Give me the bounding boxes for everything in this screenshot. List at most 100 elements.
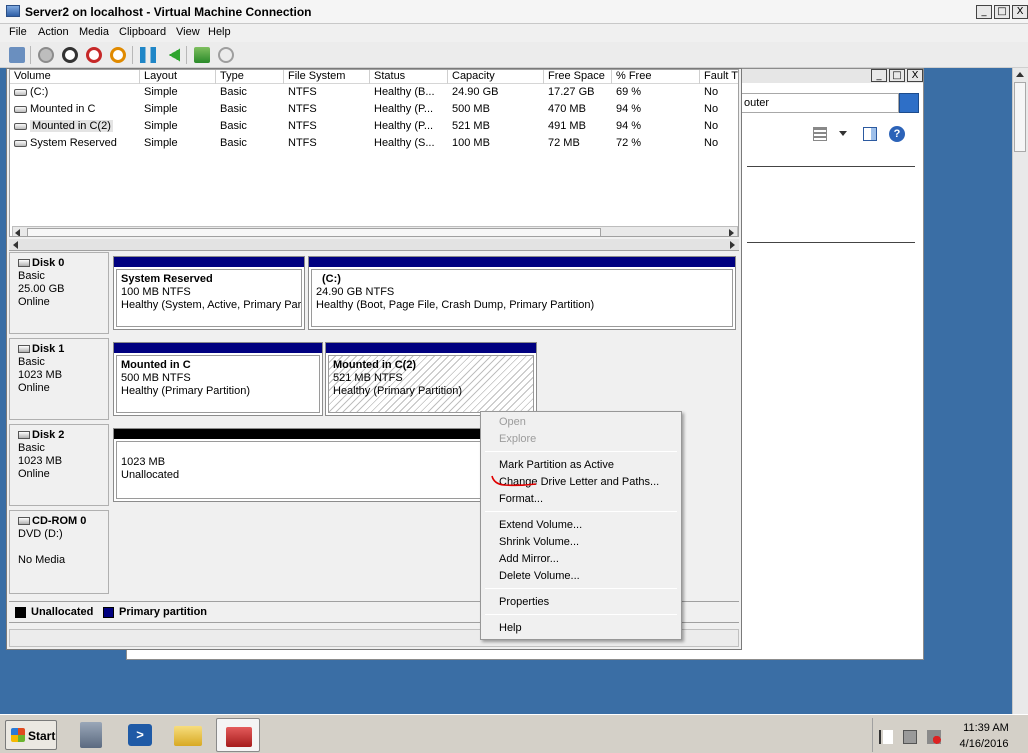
clock-date[interactable]: 4/16/2016 — [953, 738, 1015, 750]
background-maximize-button[interactable]: □ — [889, 69, 905, 82]
column-status[interactable]: Status — [370, 70, 448, 84]
network-icon[interactable] — [903, 730, 917, 744]
taskbar-explorer[interactable] — [166, 718, 210, 752]
fs-cell: NTFS — [288, 103, 317, 115]
background-close-button[interactable]: X — [907, 69, 923, 82]
maximize-button[interactable]: □ — [994, 5, 1010, 19]
taskbar-powershell[interactable]: > — [118, 718, 162, 752]
menu-item-format[interactable]: Format... — [499, 493, 543, 505]
close-button[interactable]: X — [1012, 5, 1028, 19]
menu-help[interactable]: Help — [208, 26, 231, 38]
column-file-system[interactable]: File System — [284, 70, 370, 84]
folder-icon — [174, 726, 202, 746]
menu-item-properties[interactable]: Properties — [499, 596, 549, 608]
checkpoint-icon[interactable] — [194, 47, 210, 63]
volume-row[interactable]: Mounted in C Simple Basic NTFS Healthy (… — [10, 101, 738, 118]
background-minimize-button[interactable]: _ — [871, 69, 887, 82]
scroll-up-icon[interactable] — [1016, 72, 1024, 77]
taskbar-computer-management[interactable] — [216, 718, 260, 752]
save-icon[interactable] — [110, 47, 126, 63]
drive-icon — [14, 88, 27, 96]
column-free-space[interactable]: Free Space — [544, 70, 612, 84]
help-icon[interactable]: ? — [889, 126, 905, 142]
scrollbar-thumb[interactable] — [1014, 82, 1026, 152]
volume-row[interactable]: (C:) Simple Basic NTFS Healthy (B... 24.… — [10, 84, 738, 101]
column-capacity[interactable]: Capacity — [448, 70, 544, 84]
partition-c-drive[interactable]: (C:) 24.90 GB NTFS Healthy (Boot, Page F… — [308, 256, 736, 330]
partition-mounted-in-c[interactable]: Mounted in C 500 MB NTFS Healthy (Primar… — [113, 342, 323, 416]
menu-item-add-mirror[interactable]: Add Mirror... — [499, 553, 559, 565]
speaker-muted-icon[interactable] — [927, 730, 941, 744]
view-options-icon[interactable] — [813, 127, 827, 141]
scroll-right-icon[interactable] — [730, 241, 735, 249]
disk-label[interactable]: CD-ROM 0 DVD (D:) No Media — [9, 510, 109, 594]
scroll-left-icon[interactable] — [13, 241, 18, 249]
column-fault-tolerance[interactable]: Fault T — [700, 70, 738, 84]
volume-row[interactable]: Mounted in C(2) Simple Basic NTFS Health… — [10, 118, 738, 135]
pane-splitter[interactable] — [9, 239, 739, 251]
disk-label[interactable]: Disk 1 Basic 1023 MB Online — [9, 338, 109, 420]
menu-item-shrink-volume[interactable]: Shrink Volume... — [499, 536, 579, 548]
background-search-input[interactable]: outer — [739, 93, 899, 113]
menu-clipboard[interactable]: Clipboard — [119, 26, 166, 38]
disk-row: Disk 0 Basic 25.00 GB Online System Rese… — [9, 252, 739, 334]
taskbar-server-manager[interactable] — [70, 718, 114, 752]
clock-time[interactable]: 11:39 AM — [957, 722, 1015, 734]
menu-action[interactable]: Action — [38, 26, 69, 38]
column-percent-free[interactable]: % Free — [612, 70, 700, 84]
disk-label[interactable]: Disk 0 Basic 25.00 GB Online — [9, 252, 109, 334]
resume-icon[interactable] — [164, 47, 180, 63]
column-volume[interactable]: Volume — [10, 70, 140, 84]
windows-logo-icon — [11, 728, 25, 742]
horizontal-scrollbar[interactable] — [12, 226, 738, 236]
revert-icon[interactable] — [218, 47, 234, 63]
layout-cell: Simple — [144, 120, 178, 132]
scroll-right-icon[interactable] — [729, 229, 734, 236]
partition-details: System Reserved 100 MB NTFS Healthy (Sys… — [116, 269, 302, 327]
disk-row: Disk 1 Basic 1023 MB Online Mounted in C… — [9, 338, 739, 420]
scrollbar-thumb[interactable] — [27, 228, 601, 236]
legend-unallocated: Unallocated — [31, 606, 94, 618]
partition-system-reserved[interactable]: System Reserved 100 MB NTFS Healthy (Sys… — [113, 256, 305, 330]
pct-cell: 72 % — [616, 137, 642, 149]
flag-icon[interactable] — [879, 730, 893, 744]
volume-list-header: Volume Layout Type File System Status Ca… — [10, 70, 738, 84]
menu-view[interactable]: View — [176, 26, 200, 38]
start-button[interactable]: Start — [5, 720, 57, 750]
preview-pane-icon[interactable] — [863, 127, 877, 141]
volume-list: Volume Layout Type File System Status Ca… — [9, 69, 739, 237]
ctrl-alt-del-icon[interactable] — [9, 47, 25, 63]
fs-cell: NTFS — [288, 86, 317, 98]
menu-media[interactable]: Media — [79, 26, 109, 38]
menu-item-explore[interactable]: Explore — [499, 433, 536, 445]
column-type[interactable]: Type — [216, 70, 284, 84]
disk-label[interactable]: Disk 2 Basic 1023 MB Online — [9, 424, 109, 506]
search-icon[interactable] — [899, 93, 919, 113]
menu-item-open[interactable]: Open — [499, 416, 526, 428]
partition-unallocated[interactable]: 1023 MB Unallocated — [113, 428, 537, 502]
partition-mounted-in-c2[interactable]: Mounted in C(2) 521 MB NTFS Healthy (Pri… — [325, 342, 537, 416]
shut-down-icon[interactable] — [86, 47, 102, 63]
turn-off-icon[interactable] — [62, 47, 78, 63]
partition-details: Mounted in C 500 MB NTFS Healthy (Primar… — [116, 355, 320, 413]
drive-icon — [14, 139, 27, 147]
menu-item-change-drive-letter[interactable]: Change Drive Letter and Paths... — [499, 476, 659, 488]
menu-item-mark-active[interactable]: Mark Partition as Active — [499, 459, 614, 471]
column-layout[interactable]: Layout — [140, 70, 216, 84]
scroll-left-icon[interactable] — [15, 229, 20, 236]
pause-icon[interactable] — [140, 47, 156, 63]
start-icon[interactable] — [38, 47, 54, 63]
type-cell: Basic — [220, 86, 247, 98]
minimize-button[interactable]: _ — [976, 5, 992, 19]
chevron-down-icon[interactable] — [839, 131, 847, 136]
volume-row[interactable]: System Reserved Simple Basic NTFS Health… — [10, 135, 738, 152]
menu-item-delete-volume[interactable]: Delete Volume... — [499, 570, 580, 582]
drive-icon — [14, 105, 27, 113]
drive-icon — [14, 122, 27, 130]
menu-file[interactable]: File — [9, 26, 27, 38]
free-cell: 470 MB — [548, 103, 586, 115]
fault-cell: No — [704, 103, 719, 115]
menu-item-help[interactable]: Help — [499, 622, 522, 634]
menu-item-extend-volume[interactable]: Extend Volume... — [499, 519, 582, 531]
vertical-scrollbar[interactable] — [1012, 68, 1028, 714]
